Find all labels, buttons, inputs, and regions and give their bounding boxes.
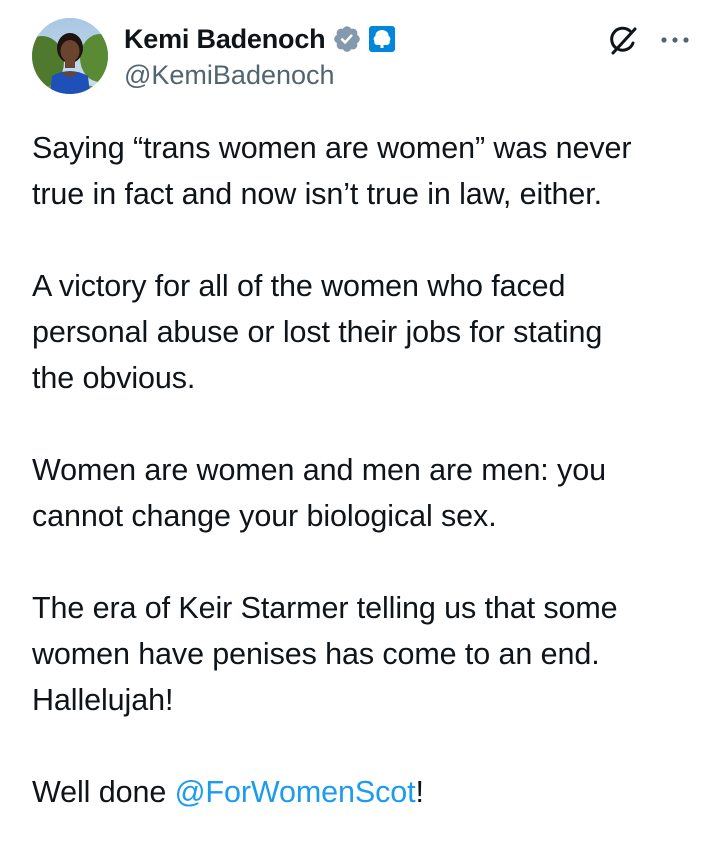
author-display-name[interactable]: Kemi Badenoch bbox=[124, 24, 326, 55]
tweet-paragraph: Saying “trans women are women” was never… bbox=[32, 125, 702, 217]
avatar-image bbox=[32, 18, 108, 94]
tweet-line: Hallelujah! bbox=[32, 683, 174, 717]
tweet-header: Kemi Badenoch @KemiBadenoch bbox=[32, 18, 692, 98]
tweet-line: the obvious. bbox=[32, 361, 196, 395]
tweet-line: true in fact and now isn’t true in law, … bbox=[32, 177, 603, 211]
author-block[interactable]: Kemi Badenoch @KemiBadenoch bbox=[124, 20, 396, 91]
tweet-line: The era of Keir Starmer telling us that … bbox=[32, 591, 618, 625]
tweet-line-prefix: Well done bbox=[32, 775, 175, 809]
tweet-line: Saying “trans women are women” was never bbox=[32, 131, 632, 165]
tweet-line: A victory for all of the women who faced bbox=[32, 269, 566, 303]
verified-badge-icon[interactable] bbox=[332, 24, 362, 54]
tweet-paragraph: Women are women and men are men: you can… bbox=[32, 447, 702, 539]
tweet-line-suffix: ! bbox=[415, 775, 424, 809]
tweet-paragraph-last: Well done @ForWomenScot! bbox=[32, 769, 702, 815]
avatar[interactable] bbox=[32, 18, 108, 94]
mention-link[interactable]: @ForWomenScot bbox=[175, 775, 416, 809]
name-row: Kemi Badenoch bbox=[124, 20, 396, 58]
tweet-line: Women are women and men are men: you bbox=[32, 453, 606, 487]
tweet-line: women have penises has come to an end. bbox=[32, 637, 600, 671]
conservative-tree-logo-icon[interactable] bbox=[368, 25, 396, 53]
tweet-text: Saying “trans women are women” was never… bbox=[32, 125, 702, 861]
tweet-line: cannot change your biological sex. bbox=[32, 499, 497, 533]
tweet-paragraph: The era of Keir Starmer telling us that … bbox=[32, 585, 702, 723]
grok-icon[interactable] bbox=[606, 24, 640, 58]
tweet-paragraph: A victory for all of the women who faced… bbox=[32, 263, 702, 401]
more-options-icon[interactable] bbox=[658, 26, 692, 54]
author-handle[interactable]: @KemiBadenoch bbox=[124, 60, 396, 91]
tweet-line: personal abuse or lost their jobs for st… bbox=[32, 315, 603, 349]
